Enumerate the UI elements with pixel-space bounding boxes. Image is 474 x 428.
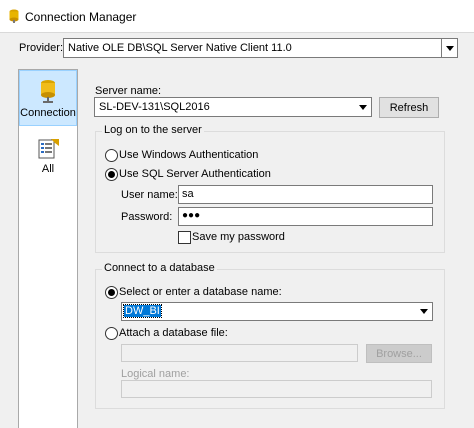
provider-select[interactable]: Native OLE DB\SQL Server Native Client 1… [63,38,458,58]
select-db-label: Select or enter a database name: [119,286,282,298]
refresh-button[interactable]: Refresh [379,97,439,118]
attach-db-radio[interactable] [105,327,118,340]
nav-item-connection[interactable]: Connection [19,70,77,126]
database-icon [41,80,55,103]
password-value: ●●● [182,210,201,221]
chevron-down-icon[interactable] [416,303,432,320]
password-field[interactable]: ●●● [178,207,433,226]
property-sheet-icon [38,139,59,159]
windows-auth-radio[interactable] [105,149,118,162]
window-title: Connection Manager [25,10,137,24]
password-label: Password: [121,211,173,223]
server-name-value: SL-DEV-131\SQL2016 [99,101,210,113]
select-db-radio[interactable] [105,286,118,299]
username-label: User name: [121,189,178,201]
database-name-value: DW_BI [123,304,162,318]
username-field[interactable]: sa [178,185,433,204]
database-name-combo[interactable]: DW_BI [121,302,433,321]
logon-group-title: Log on to the server [102,124,204,136]
provider-label: Provider: [19,42,64,54]
nav-all-label: All [41,163,55,175]
sql-auth-radio[interactable] [105,168,118,181]
database-group-title: Connect to a database [102,262,217,274]
chevron-down-icon[interactable] [355,98,371,116]
windows-auth-label: Use Windows Authentication [119,149,259,161]
save-password-checkbox[interactable] [178,231,191,244]
attach-db-label: Attach a database file: [119,327,228,339]
username-value: sa [182,188,194,200]
nav-item-all[interactable]: All [19,134,77,180]
save-password-label: Save my password [192,231,285,243]
server-name-label: Server name: [95,85,162,97]
logical-name-label: Logical name: [121,368,190,380]
page-nav: Connection All [18,69,78,428]
attach-file-field[interactable] [121,344,358,362]
title-bar: Connection Manager [0,0,474,32]
provider-value: Native OLE DB\SQL Server Native Client 1… [68,42,292,54]
sql-auth-label: Use SQL Server Authentication [119,168,271,180]
nav-connection-label: Connection [20,107,76,119]
server-name-combo[interactable]: SL-DEV-131\SQL2016 [94,97,372,117]
logical-name-field[interactable] [121,380,432,398]
connection-manager-icon [9,9,19,23]
chevron-down-icon[interactable] [441,39,457,57]
browse-button[interactable]: Browse... [366,344,432,363]
